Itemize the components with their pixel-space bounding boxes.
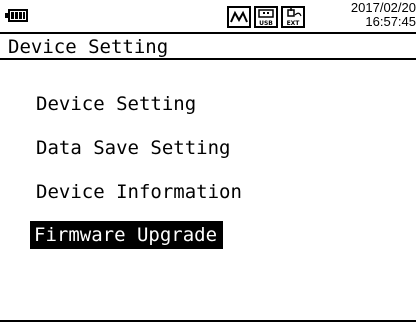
svg-text:USB: USB xyxy=(259,20,273,26)
title-bar: Device Setting xyxy=(0,32,416,60)
svg-text:EXT: EXT xyxy=(287,20,301,26)
page-title: Device Setting xyxy=(8,36,169,58)
ext-icon: EXT xyxy=(281,6,305,28)
menu-item-device-setting[interactable]: Device Setting xyxy=(34,90,198,118)
time-text: 16:57:45 xyxy=(365,14,416,29)
device-screen: USB EXT 2017/02/20 16:57:45 Device Setti… xyxy=(0,0,416,322)
waveform-icon xyxy=(227,6,251,28)
menu-item-data-save-setting[interactable]: Data Save Setting xyxy=(34,134,232,162)
status-icons: USB EXT xyxy=(227,6,305,28)
status-bar: USB EXT 2017/02/20 16:57:45 xyxy=(0,0,416,32)
menu-item-device-information[interactable]: Device Information xyxy=(34,178,244,206)
battery-icon xyxy=(5,9,28,22)
usb-icon: USB xyxy=(254,6,278,28)
menu-item-firmware-upgrade[interactable]: Firmware Upgrade xyxy=(30,221,224,249)
date-text: 2017/02/20 xyxy=(350,0,416,15)
datetime-readout: 2017/02/20 16:57:45 xyxy=(351,1,416,29)
